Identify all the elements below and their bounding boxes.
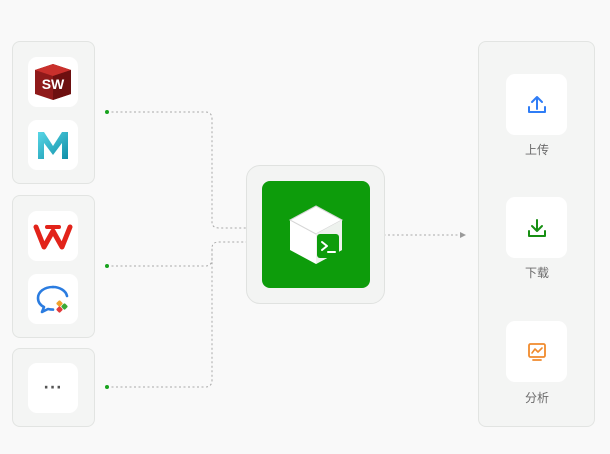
solidworks-tile[interactable]: SW — [28, 57, 78, 107]
connector-group2 — [107, 241, 262, 267]
solidworks-label: SW — [42, 76, 65, 92]
solidworks-app-icon: SW — [35, 64, 71, 100]
source-panel-1: SW — [12, 41, 95, 184]
connector-dot-3 — [105, 385, 109, 389]
source-panel-3: ··· — [12, 348, 95, 427]
terminal-box-icon — [288, 204, 344, 264]
connector-dot-1 — [105, 110, 109, 114]
maya-tile[interactable] — [28, 120, 78, 170]
connector-group3 — [107, 248, 213, 388]
monitor-chart-icon — [527, 342, 546, 361]
actions-panel: 上传 下载 分析 — [478, 41, 595, 427]
maya-app-icon — [38, 132, 68, 159]
upload-label: 上传 — [524, 143, 549, 157]
hub-core[interactable] — [262, 181, 370, 288]
more-icon: ··· — [43, 380, 63, 396]
wps-tile[interactable] — [28, 211, 78, 261]
chat-app-icon — [36, 285, 69, 314]
output-arrowhead — [460, 232, 466, 238]
analyze-label: 分析 — [524, 391, 549, 405]
upload-tile[interactable] — [506, 74, 567, 135]
source-panel-2 — [12, 195, 95, 338]
download-icon — [527, 218, 546, 237]
more-tile[interactable]: ··· — [28, 363, 78, 413]
download-label: 下载 — [524, 266, 549, 280]
download-tile[interactable] — [506, 197, 567, 258]
connector-group1 — [107, 111, 262, 229]
chat-tile[interactable] — [28, 274, 78, 324]
wps-office-app-icon — [33, 224, 73, 250]
hub-panel — [246, 165, 385, 304]
upload-icon — [527, 95, 546, 113]
connector-dot-2 — [105, 264, 109, 268]
analyze-tile[interactable] — [506, 321, 567, 382]
